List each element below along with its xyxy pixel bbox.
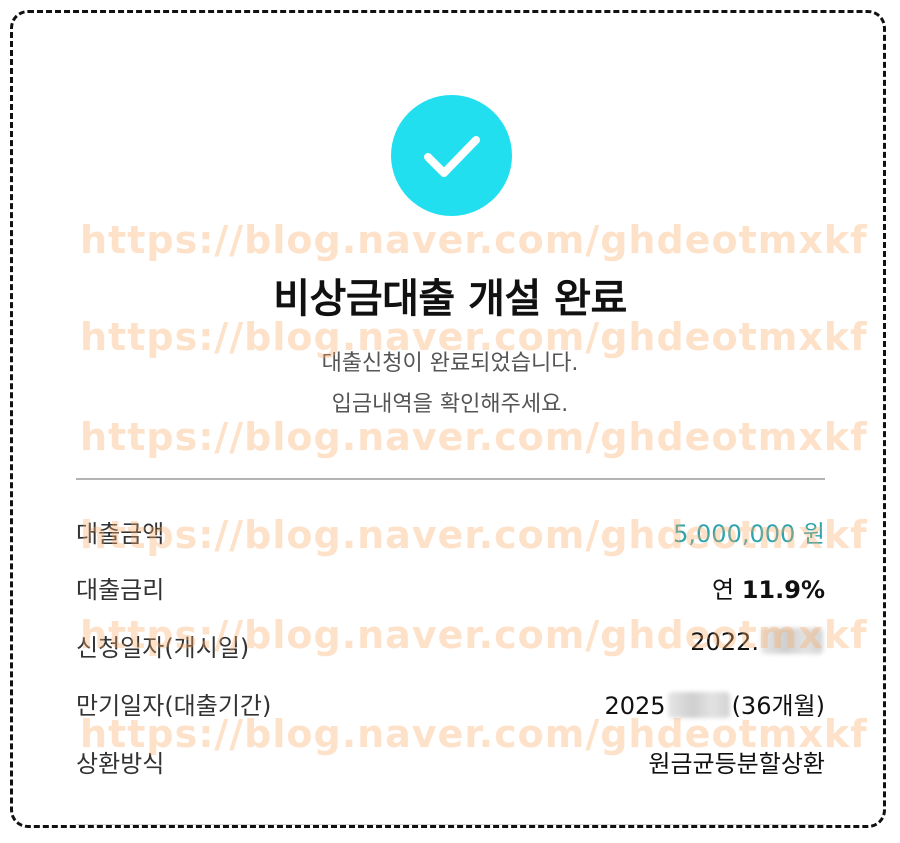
interest-rate-label: 대출금리 (76, 576, 165, 604)
loan-amount-value: 5,000,000 원 (673, 520, 825, 548)
apply-date-label: 신청일자(개시일) (76, 634, 250, 662)
apply-date-year: 2022. (690, 628, 759, 656)
page-title: 비상금대출 개설 완료 (273, 276, 627, 322)
maturity-year: 2025 (604, 692, 666, 720)
interest-rate-value: 연 11.9% (712, 570, 825, 605)
row-interest-rate: 대출금리 연 11.9% (76, 570, 825, 610)
loan-amount-label: 대출금액 (76, 520, 165, 548)
divider-top (76, 478, 825, 480)
blurred-date-mask (667, 692, 730, 718)
maturity-period: (36개월) (731, 692, 825, 720)
row-apply-date: 신청일자(개시일) 2022. (76, 628, 825, 668)
interest-rate-prefix: 연 (712, 576, 735, 604)
maturity-date-value: 2025 (36개월) (604, 686, 825, 721)
divider-bottom (76, 824, 825, 825)
check-circle-icon (391, 95, 512, 216)
checkmark-icon (424, 136, 480, 177)
interest-rate-number: 11.9% (741, 576, 825, 604)
row-repayment-method: 상환방식 원금균등분할상환 (76, 744, 825, 784)
repayment-method-value: 원금균등분할상환 (648, 750, 825, 778)
subtitle-line-2: 입금내역을 확인해주세요. (331, 392, 569, 417)
row-loan-amount: 대출금액 5,000,000 원 (76, 514, 825, 554)
maturity-date-label: 만기일자(대출기간) (76, 692, 272, 720)
row-maturity-date: 만기일자(대출기간) 2025 (36개월) (76, 686, 825, 726)
blurred-date-mask (761, 628, 823, 654)
repayment-method-label: 상환방식 (76, 750, 165, 778)
subtitle-line-1: 대출신청이 완료되었습니다. (321, 351, 579, 376)
apply-date-value: 2022. (690, 628, 825, 656)
